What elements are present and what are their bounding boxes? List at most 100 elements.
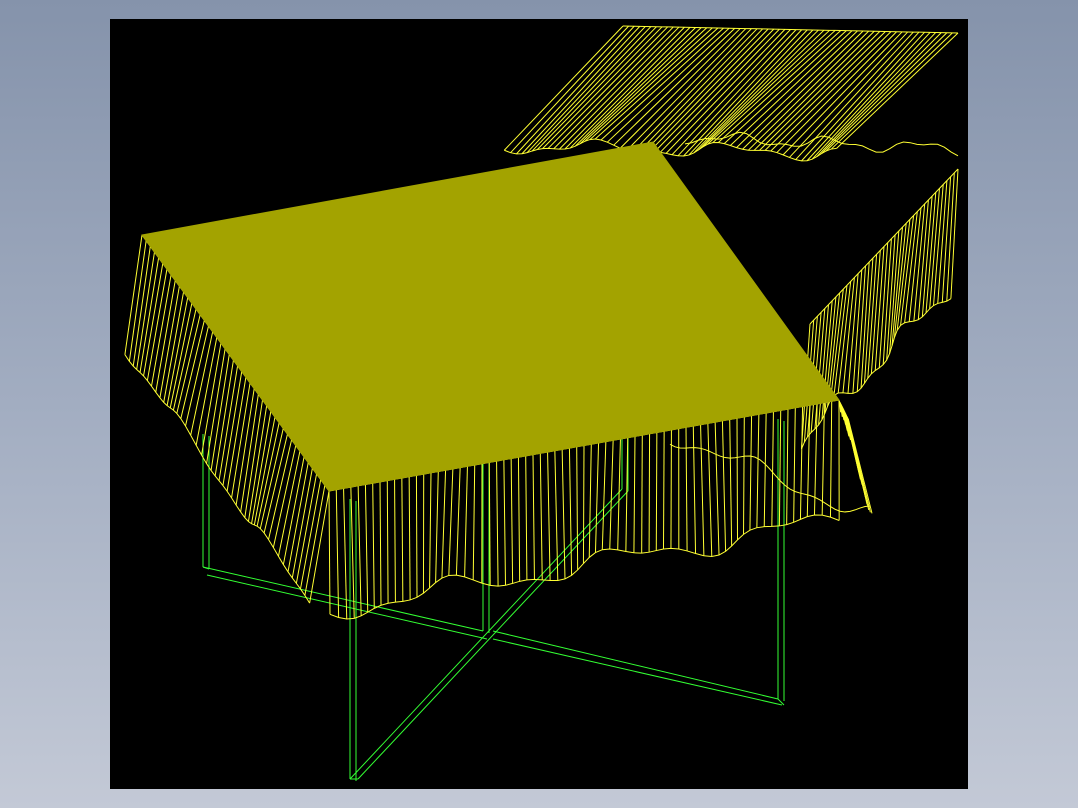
front-drape-fold-line bbox=[496, 461, 499, 587]
left-drape-fold-line bbox=[304, 485, 326, 596]
right-drape-fold-line bbox=[950, 168, 959, 299]
left-drape-fold-line bbox=[263, 433, 288, 534]
back-drape-top-edge bbox=[622, 25, 959, 34]
left-drape-fold-line bbox=[201, 343, 222, 456]
front-drape-fold-line bbox=[554, 450, 559, 581]
right-drape-fold-line bbox=[941, 176, 952, 303]
left-drape-fold-line bbox=[143, 263, 164, 377]
front-drape-fold-line bbox=[379, 481, 382, 606]
back-drape-fold-line bbox=[553, 26, 674, 150]
right-drape-fold-line bbox=[856, 265, 866, 392]
left-drape-fold-line bbox=[295, 473, 318, 584]
front-drape-fold-line bbox=[588, 444, 592, 558]
front-drape-fold-line bbox=[539, 453, 543, 580]
front-drape-fold-line bbox=[532, 454, 535, 580]
front-drape-fold-line bbox=[633, 436, 636, 553]
front-drape-fold-line bbox=[372, 483, 375, 609]
front-drape-fold-line bbox=[700, 424, 705, 556]
front-drape-fold-line bbox=[763, 412, 767, 527]
right-drape-fold-line bbox=[878, 242, 889, 368]
right-drape-fold-line bbox=[830, 289, 844, 400]
front-drape-fold-line bbox=[441, 470, 447, 579]
front-drape-fold-line bbox=[707, 423, 713, 557]
front-drape-fold-line bbox=[350, 487, 355, 619]
front-drape-fold-line bbox=[448, 468, 454, 576]
corner-fold-line bbox=[847, 418, 873, 514]
front-drape-fold-line bbox=[568, 448, 573, 576]
front-drape-fold-line bbox=[721, 420, 727, 552]
left-drape-fold-line bbox=[155, 280, 176, 393]
front-drape-fold-line bbox=[525, 455, 528, 580]
left-drape-fold-line bbox=[226, 377, 247, 492]
front-drape-fold-line bbox=[517, 457, 521, 582]
left-drape-fold-line bbox=[309, 490, 330, 604]
left-drape-fold-line bbox=[235, 388, 255, 506]
back-drape-fold-line bbox=[821, 32, 942, 154]
front-drape-fold-line bbox=[743, 416, 745, 535]
back-drape-fold-line bbox=[516, 25, 635, 155]
front-drape-fold-line bbox=[547, 451, 551, 581]
frame-member bbox=[492, 638, 783, 706]
front-drape-fold-line bbox=[793, 407, 796, 523]
cad-viewport[interactable] bbox=[110, 19, 968, 789]
back-drape-fold-line bbox=[698, 29, 819, 151]
right-drape-fold-line bbox=[896, 219, 911, 331]
front-drape-fold-line bbox=[335, 489, 340, 618]
left-drape-fold-line bbox=[124, 234, 143, 355]
left-drape-fold-line bbox=[159, 286, 180, 398]
front-drape-hem bbox=[329, 514, 840, 620]
front-drape-fold-line bbox=[655, 432, 658, 551]
right-drape-fold-line bbox=[833, 285, 848, 396]
frame-member bbox=[492, 630, 779, 700]
front-drape-fold-line bbox=[714, 422, 720, 556]
front-drape-fold-line bbox=[435, 471, 439, 583]
front-drape-fold-line bbox=[408, 476, 411, 600]
front-drape-corner-hem bbox=[669, 443, 871, 513]
back-drape-fold-line bbox=[600, 27, 724, 141]
front-drape-fold-line bbox=[641, 435, 643, 554]
left-drape-fold-line bbox=[210, 354, 230, 471]
left-drape-fold-line bbox=[163, 291, 185, 403]
back-drape-fold-line bbox=[547, 26, 669, 149]
front-drape-fold-line bbox=[510, 458, 514, 584]
back-drape-fold-line bbox=[526, 26, 646, 153]
left-drape-fold-line bbox=[132, 246, 151, 367]
left-drape-fold-line bbox=[151, 274, 172, 387]
left-drape-fold-line bbox=[128, 240, 147, 362]
back-drape-fold-line bbox=[584, 27, 708, 142]
front-drape-fold-line bbox=[415, 475, 418, 598]
frame-member bbox=[202, 566, 484, 632]
left-drape-fold-line bbox=[282, 456, 305, 565]
left-drape-fold-line bbox=[222, 371, 243, 486]
left-drape-fold-line bbox=[291, 468, 313, 579]
left-drape-fold-line bbox=[247, 405, 268, 522]
front-drape-fold-line bbox=[582, 445, 585, 564]
front-drape-fold-line bbox=[455, 467, 461, 576]
back-drape-fold-line bbox=[521, 26, 641, 155]
front-drape-fold-line bbox=[829, 401, 833, 518]
left-drape-fold-line bbox=[287, 462, 309, 572]
front-drape-fold-line bbox=[594, 442, 600, 553]
frame-member bbox=[357, 490, 629, 780]
back-drape-fold-line bbox=[510, 25, 629, 154]
left-drape-fold-line bbox=[272, 445, 297, 548]
front-drape-fold-line bbox=[617, 438, 621, 550]
left-drape-fold-line bbox=[259, 428, 284, 529]
left-drape-fold-line bbox=[244, 399, 264, 518]
front-drape-fold-line bbox=[786, 409, 789, 525]
right-drape-fold-line bbox=[946, 172, 955, 302]
front-drape-fold-line bbox=[394, 479, 396, 603]
back-drape-fold-line bbox=[542, 26, 663, 149]
left-drape-fold-line bbox=[190, 331, 214, 436]
left-drape-fold-line bbox=[146, 269, 168, 381]
back-drape-fold-line bbox=[503, 25, 624, 151]
front-drape-fold-line bbox=[464, 466, 468, 577]
front-drape-fold-line bbox=[609, 440, 614, 550]
front-drape-fold-line bbox=[386, 480, 389, 604]
left-drape-fold-line bbox=[218, 365, 239, 481]
left-drape-fold-line bbox=[299, 479, 322, 590]
front-drape-fold-line bbox=[503, 459, 507, 586]
frame-member bbox=[206, 574, 488, 640]
front-drape-fold-line bbox=[401, 477, 404, 602]
front-drape-fold-line bbox=[692, 425, 697, 554]
